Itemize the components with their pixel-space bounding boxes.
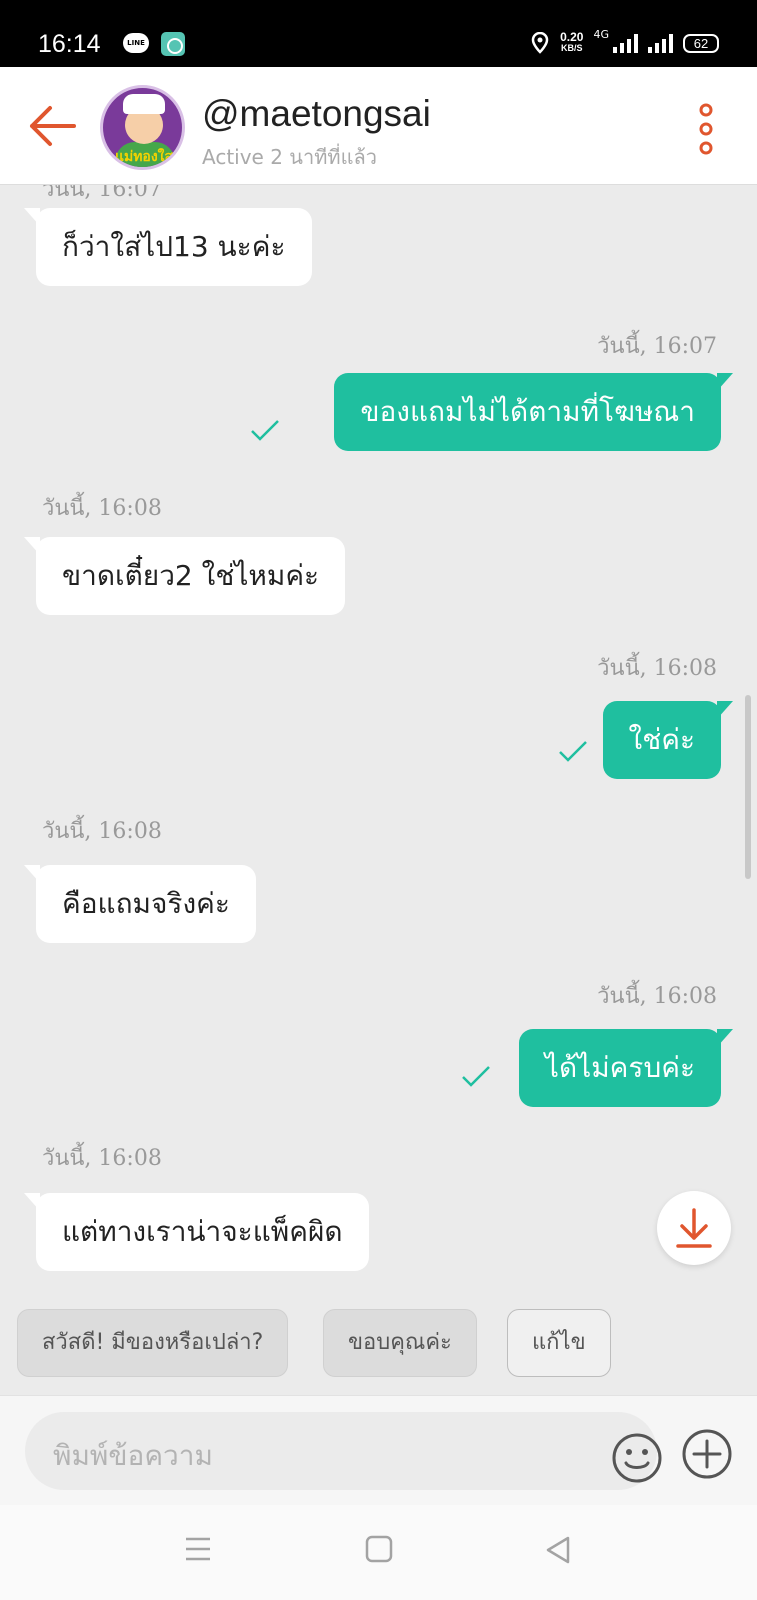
status-bar: 16:14 LINE 0.20 KB/S 4G 62	[0, 0, 757, 67]
sent-check-icon	[462, 1066, 490, 1087]
home-icon[interactable]	[365, 1535, 393, 1563]
quick-reply-chip[interactable]: ขอบคุณค่ะ	[323, 1309, 477, 1377]
outgoing-message[interactable]: ได้ไม่ครบค่ะ	[518, 1029, 734, 1107]
network-type: 4G	[593, 28, 609, 41]
incoming-message[interactable]: ขาดเตี๋ยว2 ใช่ไหมค่ะ	[23, 537, 346, 615]
signal-icon-2	[648, 33, 673, 53]
message-list[interactable]: วันนี้, 16:07 ก็ว่าใส่ไป13 นะค่ะ วันนี้,…	[0, 185, 757, 1305]
system-navigation-bar	[0, 1505, 757, 1600]
quick-replies: สวัสดี! มีของหรือเปล่า? ขอบคุณค่ะ แก้ไข	[0, 1305, 757, 1395]
composer-bar: พิมพ์ข้อความ	[0, 1395, 757, 1505]
quick-reply-chip[interactable]: สวัสดี! มีของหรือเปล่า?	[17, 1309, 289, 1377]
avatar-chef-hat	[123, 94, 165, 114]
arrow-down-icon	[676, 1208, 712, 1248]
message-timestamp: วันนี้, 16:07	[597, 334, 717, 359]
status-time: 16:14	[38, 30, 101, 58]
message-timestamp: วันนี้, 16:08	[42, 496, 162, 521]
add-attachment-icon[interactable]	[681, 1428, 733, 1480]
sent-check-icon	[559, 741, 587, 762]
message-timestamp: วันนี้, 16:08	[42, 819, 162, 844]
line-app-icon: LINE	[123, 33, 149, 53]
sent-check-icon	[251, 420, 279, 441]
edit-quick-replies-button[interactable]: แก้ไข	[507, 1309, 611, 1377]
battery-icon: 62	[683, 33, 719, 53]
message-timestamp: วันนี้, 16:08	[597, 656, 717, 681]
contact-name[interactable]: @maetongsai	[202, 93, 431, 135]
avatar-logo-text: แม่ทองใส	[114, 149, 174, 165]
signal-icon-1	[613, 33, 638, 53]
network-speed-unit: KB/S	[561, 43, 583, 53]
incoming-message[interactable]: ก็ว่าใส่ไป13 นะค่ะ	[24, 208, 312, 286]
contact-active-status: Active 2 นาทีที่แล้ว	[202, 145, 377, 169]
message-input[interactable]: พิมพ์ข้อความ	[25, 1412, 662, 1490]
more-options-icon[interactable]	[694, 103, 718, 155]
network-speed: 0.20 KB/S	[560, 30, 584, 54]
status-indicators: 0.20 KB/S 4G 62	[530, 28, 719, 58]
contact-avatar[interactable]: แม่ทองใส	[100, 85, 185, 170]
incoming-message[interactable]: แต่ทางเราน่าจะแพ็คผิด	[24, 1193, 369, 1271]
incoming-message[interactable]: คือแถมจริงค่ะ	[24, 865, 256, 943]
chat-header: แม่ทองใส @maetongsai Active 2 นาทีที่แล้…	[0, 67, 757, 185]
scroll-to-bottom-button[interactable]	[657, 1191, 731, 1265]
message-timestamp: วันนี้, 16:08	[42, 1146, 162, 1171]
message-timestamp: วันนี้, 16:07	[42, 185, 162, 202]
messenger-app-icon	[161, 32, 185, 56]
message-timestamp: วันนี้, 16:08	[597, 984, 717, 1009]
emoji-icon[interactable]	[611, 1432, 663, 1484]
back-nav-icon[interactable]	[544, 1535, 572, 1565]
outgoing-message[interactable]: ใช่ค่ะ	[602, 701, 734, 779]
network-speed-value: 0.20	[560, 30, 584, 44]
scrollbar[interactable]	[745, 695, 751, 879]
outgoing-message[interactable]: ของแถมไม่ได้ตามที่โฆษณา	[334, 373, 733, 451]
back-arrow-icon[interactable]	[28, 105, 76, 147]
menu-icon[interactable]	[184, 1535, 212, 1563]
message-input-placeholder: พิมพ์ข้อความ	[53, 1439, 213, 1472]
location-icon	[531, 32, 549, 54]
